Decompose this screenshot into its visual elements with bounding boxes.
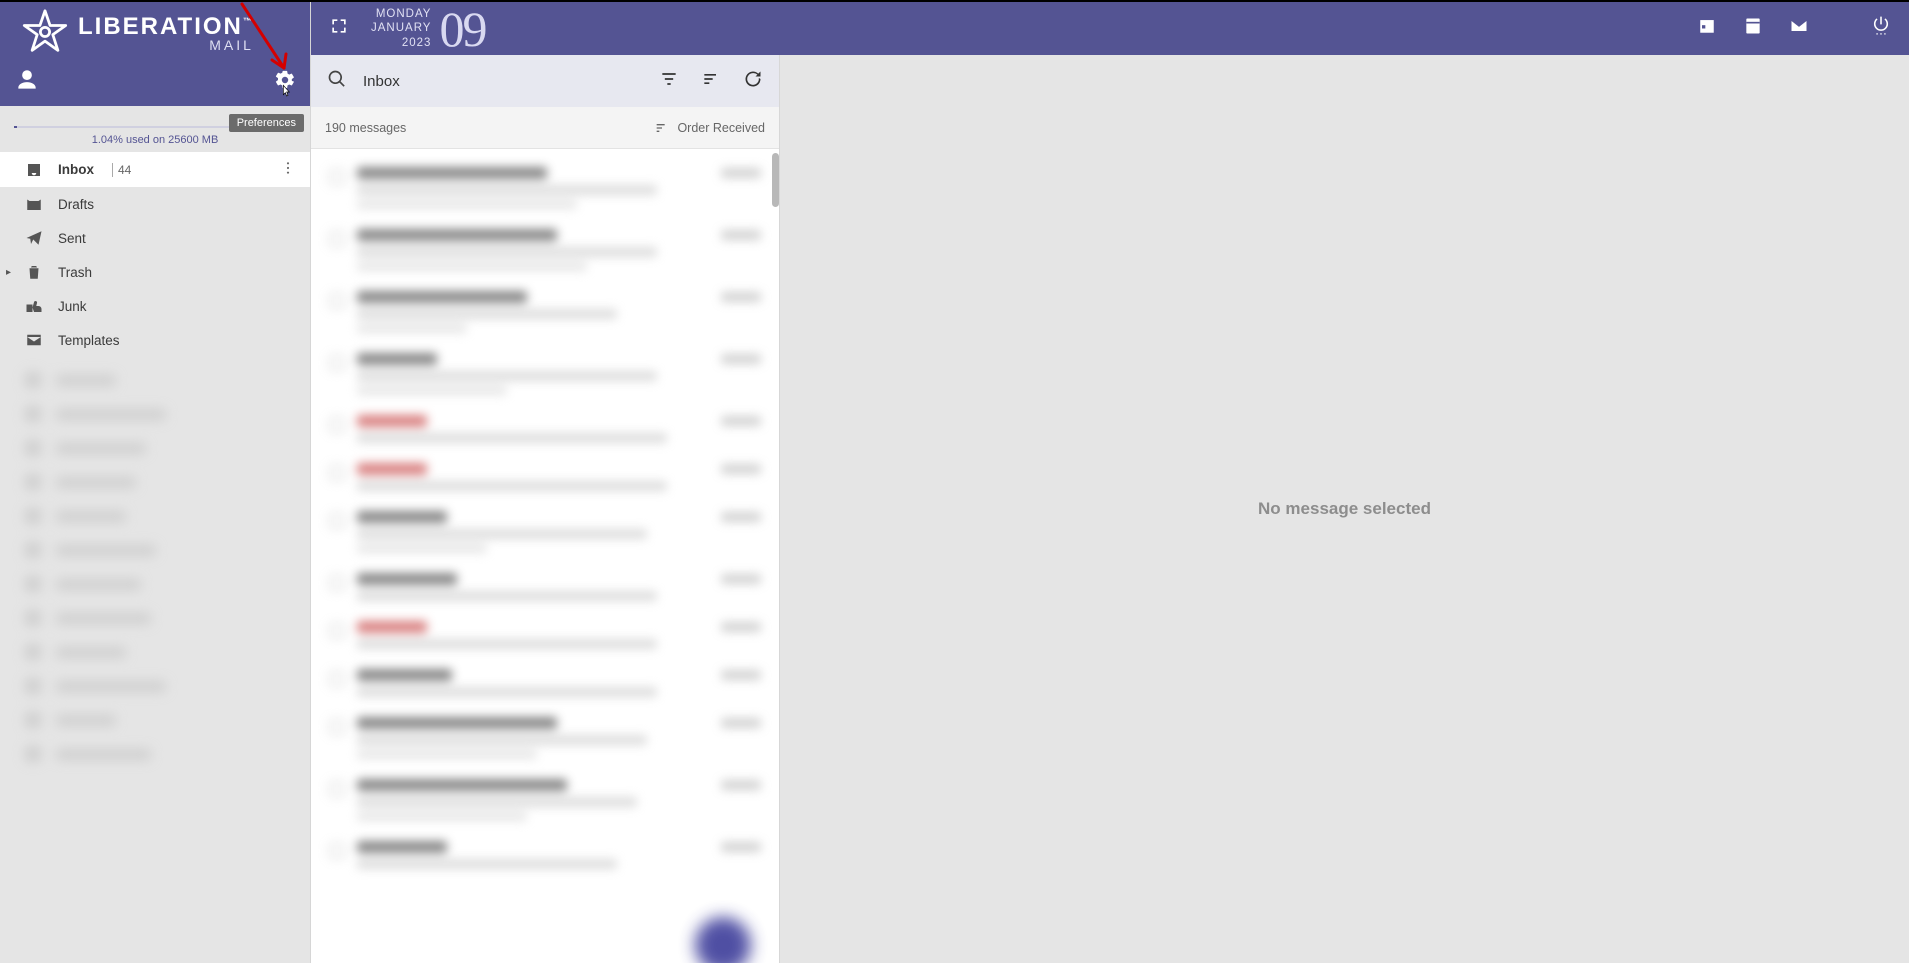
list-item[interactable] — [323, 453, 767, 501]
empty-state-text: No message selected — [1258, 499, 1431, 519]
content: 190 messages Order Received No message s… — [311, 55, 1909, 963]
folder-label: Sent — [58, 231, 86, 246]
expand-caret-icon[interactable]: ▸ — [6, 267, 11, 278]
list-item[interactable] — [323, 659, 767, 707]
inbox-icon — [24, 161, 44, 179]
contacts-icon[interactable] — [1743, 16, 1763, 41]
quota-text: 1.04% used on 25600 MB — [0, 134, 310, 152]
folder-drafts[interactable]: Drafts — [0, 187, 310, 221]
junk-icon — [24, 297, 44, 315]
trash-icon — [24, 263, 44, 281]
filter-icon[interactable] — [659, 69, 679, 94]
list-item[interactable] — [323, 707, 767, 769]
compose-fab[interactable] — [695, 917, 751, 963]
sort-icon[interactable] — [701, 69, 721, 94]
search-icon[interactable] — [327, 69, 347, 94]
app-logo: LIBERATION™ MAIL — [22, 8, 254, 59]
folder-label: Trash — [58, 265, 92, 280]
logo-star-icon — [22, 8, 68, 59]
drafts-icon — [24, 195, 44, 213]
sent-icon — [24, 229, 44, 247]
topbar: MONDAY JANUARY 2023 09 — [311, 2, 1909, 55]
date-month: JANUARY — [371, 21, 431, 35]
list-item[interactable] — [323, 405, 767, 453]
topbar-app-icons — [1697, 16, 1809, 41]
date-day: 09 — [439, 2, 485, 58]
list-item[interactable] — [323, 343, 767, 405]
templates-icon — [24, 331, 44, 349]
list-item[interactable] — [323, 831, 767, 879]
folder-inbox[interactable]: Inbox 44 — [0, 152, 310, 187]
calendar-icon[interactable] — [1697, 16, 1717, 41]
list-item[interactable] — [323, 563, 767, 611]
folder-list: Inbox 44 Drafts Sent ▸ Trash Junk — [0, 152, 310, 357]
list-item[interactable] — [323, 219, 767, 281]
preferences-tooltip: Preferences — [229, 114, 304, 132]
date-words: MONDAY JANUARY 2023 — [371, 7, 431, 50]
main: MONDAY JANUARY 2023 09 — [311, 2, 1909, 963]
list-infobar: 190 messages Order Received — [311, 107, 779, 149]
avatar-icon[interactable] — [14, 67, 40, 98]
folder-count: 44 — [112, 163, 131, 177]
refresh-icon[interactable] — [743, 69, 763, 94]
folder-label: Inbox — [58, 162, 94, 177]
folder-more-button[interactable] — [280, 160, 296, 179]
folder-sent[interactable]: Sent — [0, 221, 310, 255]
message-list[interactable] — [311, 149, 779, 963]
logo-title: LIBERATION™ — [78, 15, 254, 39]
folder-templates[interactable]: Templates — [0, 323, 310, 357]
sort-label: Order Received — [677, 121, 765, 135]
list-item[interactable] — [323, 501, 767, 563]
list-item[interactable] — [323, 157, 767, 219]
user-row — [14, 67, 296, 98]
logo-text-block: LIBERATION™ MAIL — [78, 15, 254, 53]
list-item[interactable] — [323, 611, 767, 659]
folder-label: Templates — [58, 333, 120, 348]
folder-label: Junk — [58, 299, 87, 314]
folder-trash[interactable]: ▸ Trash — [0, 255, 310, 289]
date-widget[interactable]: MONDAY JANUARY 2023 09 — [371, 2, 485, 58]
mail-icon[interactable] — [1789, 16, 1809, 41]
message-list-column: 190 messages Order Received — [311, 55, 780, 963]
folder-junk[interactable]: Junk — [0, 289, 310, 323]
list-item[interactable] — [323, 281, 767, 343]
power-icon[interactable] — [1871, 15, 1891, 42]
fullscreen-icon[interactable] — [329, 16, 349, 41]
searchbar — [311, 55, 779, 107]
date-dow: MONDAY — [371, 7, 431, 21]
sidebar: LIBERATION™ MAIL — [0, 2, 311, 963]
search-input[interactable] — [363, 73, 643, 90]
date-year: 2023 — [371, 36, 431, 50]
message-count: 190 messages — [325, 121, 406, 135]
quota-used — [14, 126, 17, 128]
sort-dropdown[interactable]: Order Received — [654, 120, 765, 136]
sidebar-header: LIBERATION™ MAIL — [0, 2, 310, 106]
folder-label: Drafts — [58, 197, 94, 212]
reading-pane: No message selected — [780, 55, 1909, 963]
app-root: LIBERATION™ MAIL — [0, 2, 1909, 963]
cursor-pointer-icon — [278, 83, 294, 106]
sort-small-icon — [654, 120, 670, 136]
blurred-folders — [0, 357, 310, 777]
list-item[interactable] — [323, 769, 767, 831]
